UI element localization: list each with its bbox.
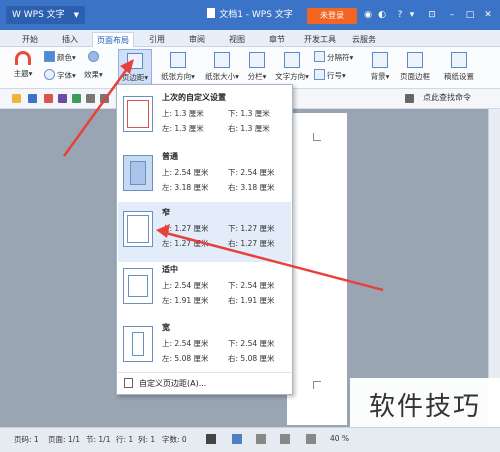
margin-option-normal[interactable]: 普通 上: 2.54 厘米 下: 2.54 厘米 左: 3.18 厘米 右: 3…: [118, 146, 291, 206]
tab-developer[interactable]: 开发工具: [304, 32, 336, 47]
tab-cloud-service[interactable]: 云服务: [352, 32, 376, 47]
command-search-icon: [405, 94, 414, 103]
page-border-button[interactable]: 页面边框: [398, 52, 432, 82]
paper-size-icon: [214, 52, 230, 68]
close-icon[interactable]: ✕: [482, 9, 494, 21]
margin-preview-icon: [123, 326, 153, 362]
theme-rainbow-icon: [15, 51, 31, 65]
restore-window-icon[interactable]: ⊡: [426, 9, 438, 21]
margins-dropdown-menu: 上次的自定义设置 上: 1.3 厘米 下: 1.3 厘米 左: 1.3 厘米 右…: [116, 84, 293, 395]
draft-setting-button[interactable]: 稿纸设置: [442, 52, 476, 82]
margin-preview-icon: [123, 211, 153, 247]
tab-page-layout[interactable]: 页面布局: [92, 32, 134, 47]
document-icon: [207, 8, 216, 18]
status-row: 行: 1: [116, 435, 134, 444]
margin-option-narrow[interactable]: 窄 上: 1.27 厘米 下: 1.27 厘米 左: 1.27 厘米 右: 1.…: [118, 202, 291, 262]
line-number-icon: [314, 69, 325, 80]
document-title: 文档1 - WPS 文字: [0, 0, 500, 30]
color-button[interactable]: 颜色▾: [44, 51, 76, 63]
redo-icon[interactable]: [100, 94, 109, 103]
document-page[interactable]: [287, 113, 347, 425]
status-page: 页码: 1: [14, 435, 39, 444]
tab-references[interactable]: 引用: [149, 32, 165, 47]
page-view-icon[interactable]: [232, 434, 242, 444]
margin-option-wide[interactable]: 宽 上: 2.54 厘米 下: 2.54 厘米 左: 5.08 厘米 右: 5.…: [118, 317, 291, 377]
columns-button[interactable]: 分栏▾: [244, 52, 270, 82]
custom-margins-icon: [124, 378, 133, 388]
color-palette-icon: [44, 51, 55, 62]
page-orientation-icon: [170, 52, 186, 68]
status-column: 列: 1: [138, 435, 156, 444]
separator-button[interactable]: 分隔符▾: [314, 51, 353, 63]
title-bar: W WPS 文字 ▼ 文档1 - WPS 文字 未登录 ◉ ◐ ? ▾ ⊡ – …: [0, 0, 500, 30]
background-icon: [372, 52, 388, 68]
print-icon[interactable]: [58, 94, 67, 103]
feedback-icon[interactable]: ◐: [376, 9, 388, 21]
minimize-icon[interactable]: –: [446, 9, 458, 21]
margin-preview-icon: [123, 155, 153, 191]
margin-option-last-custom[interactable]: 上次的自定义设置 上: 1.3 厘米 下: 1.3 厘米 左: 1.3 厘米 右…: [118, 87, 291, 147]
open-folder-icon[interactable]: [12, 94, 21, 103]
tab-review[interactable]: 审阅: [189, 32, 205, 47]
status-bar: 页码: 1 页面: 1/1 节: 1/1 行: 1 列: 1 字数: 0 40 …: [0, 427, 500, 452]
ribbon-tab-bar: 开始 插入 页面布局 引用 审阅 视图 章节 开发工具 云服务: [0, 30, 500, 47]
margin-corner-mark: [313, 133, 321, 141]
chevron-down-icon[interactable]: ▾: [406, 9, 418, 21]
web-view-icon[interactable]: [280, 434, 290, 444]
text-direction-button[interactable]: 文字方向▾: [272, 52, 312, 82]
tab-chapter[interactable]: 章节: [269, 32, 285, 47]
separator-icon: [314, 51, 325, 62]
maximize-icon[interactable]: □: [464, 9, 476, 21]
reading-view-icon[interactable]: [306, 434, 316, 444]
effect-icon-button[interactable]: [88, 51, 101, 62]
outline-view-icon[interactable]: [256, 434, 266, 444]
login-button[interactable]: 未登录: [307, 8, 357, 24]
find-command-input[interactable]: 点此查找命令: [423, 92, 471, 103]
effect-button[interactable]: 效果▾: [84, 69, 103, 80]
text-direction-icon: [284, 52, 300, 68]
margin-preview-icon: [123, 268, 153, 304]
margin-preview-icon: [123, 96, 153, 132]
undo-icon[interactable]: [86, 94, 95, 103]
help-icon[interactable]: ?: [394, 9, 406, 21]
status-pages: 页面: 1/1: [48, 435, 80, 444]
page-border-icon: [407, 52, 423, 68]
tab-insert[interactable]: 插入: [62, 32, 78, 47]
skin-icon[interactable]: ◉: [362, 9, 374, 21]
tab-home[interactable]: 开始: [22, 32, 38, 47]
font-icon: [44, 69, 55, 80]
margin-corner-mark: [313, 381, 321, 389]
custom-margins-item[interactable]: 自定义页边距(A)...: [118, 372, 291, 392]
font-button[interactable]: 字体▾: [44, 69, 76, 81]
export-pdf-icon[interactable]: [44, 94, 53, 103]
print-preview-icon[interactable]: [72, 94, 81, 103]
effect-circle-icon: [88, 51, 99, 62]
status-section: 节: 1/1: [86, 435, 111, 444]
status-word-count[interactable]: 字数: 0: [162, 434, 187, 445]
line-number-button[interactable]: 行号▾: [314, 69, 346, 81]
save-icon[interactable]: [28, 94, 37, 103]
full-screen-icon[interactable]: [206, 434, 216, 444]
theme-button[interactable]: 主题▾: [12, 51, 34, 79]
background-button[interactable]: 背景▾: [366, 52, 394, 82]
margins-button[interactable]: 页边距▾: [118, 49, 152, 85]
page-margins-icon: [127, 53, 143, 69]
orientation-button[interactable]: 纸张方向▾: [158, 52, 198, 82]
draft-paper-icon: [451, 52, 467, 68]
tab-view[interactable]: 视图: [229, 32, 245, 47]
margin-option-moderate[interactable]: 适中 上: 2.54 厘米 下: 2.54 厘米 左: 1.91 厘米 右: 1…: [118, 259, 291, 319]
ribbon-toolbar: 主题▾ 颜色▾ 字体▾ 效果▾ 页边距▾ 纸张方向▾ 纸张大小▾ 分栏▾ 文字方…: [0, 47, 500, 89]
zoom-level[interactable]: 40 %: [330, 434, 349, 443]
columns-icon: [249, 52, 265, 68]
paper-size-button[interactable]: 纸张大小▾: [200, 52, 244, 82]
